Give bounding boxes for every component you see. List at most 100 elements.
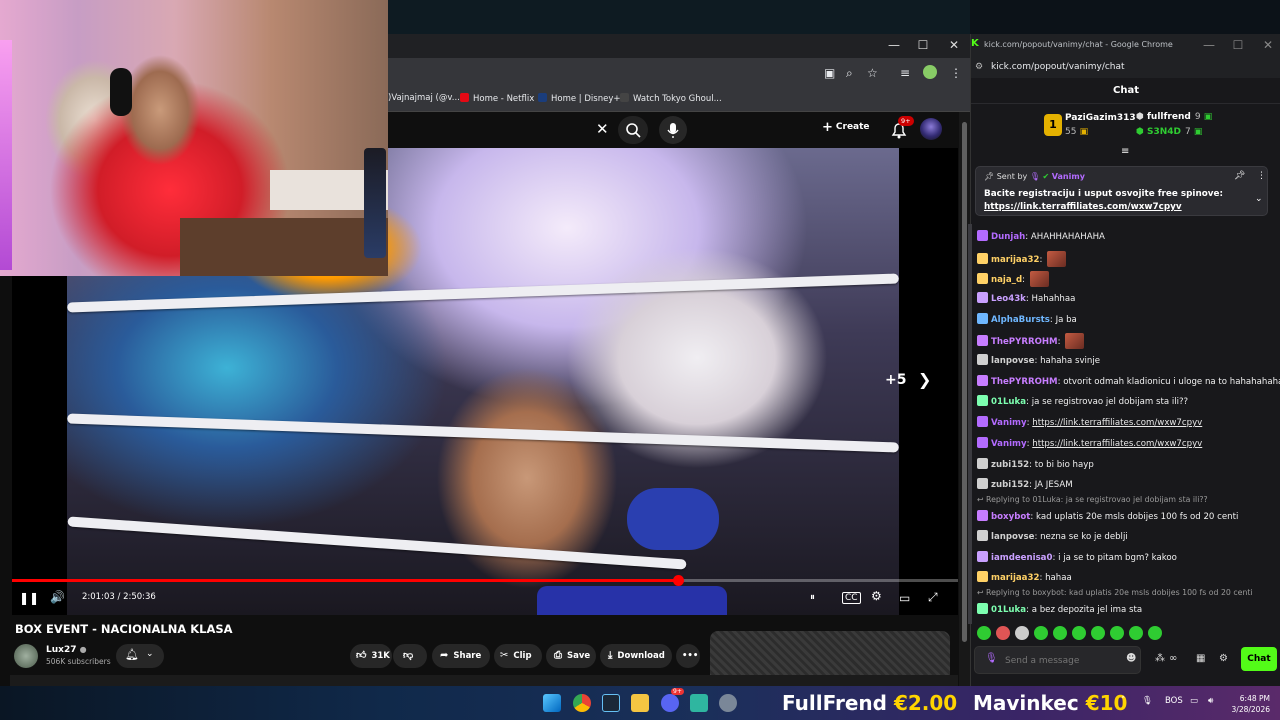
search-button[interactable] [618, 116, 648, 144]
emote-icon[interactable] [996, 626, 1010, 640]
infinity-icon[interactable]: ∞ [1169, 653, 1177, 664]
dislike-button[interactable]: 👎︎ [393, 644, 427, 668]
pause-icon[interactable]: ❚❚ [19, 591, 39, 605]
miniplayer-icon[interactable]: ▭ [899, 591, 910, 605]
maximize-icon[interactable]: ☐ [913, 38, 933, 52]
notifications-button[interactable]: 9+ [888, 116, 914, 142]
emote-icon[interactable] [1129, 626, 1143, 640]
share-button[interactable]: ➦ Share [432, 644, 490, 668]
close-icon[interactable]: ✕ [944, 38, 964, 52]
collapse-chevron-icon[interactable]: ≡ [1121, 146, 1129, 157]
emoji-picker-icon[interactable]: ☻ [1126, 653, 1136, 664]
discord-icon[interactable]: 9+ [661, 688, 684, 712]
chat-username[interactable]: Vanimy [991, 418, 1027, 428]
maximize-icon[interactable]: ☐ [1228, 38, 1248, 52]
subscription-bell-button[interactable]: 🔔︎ ⌄ [116, 644, 164, 668]
chat-username[interactable]: lanpovse [991, 356, 1034, 366]
chat-username[interactable]: marijaa32 [991, 573, 1039, 583]
chat-username[interactable]: Leo43k [991, 294, 1026, 304]
tray-mic-icon[interactable]: 🎙︎ [1142, 696, 1153, 706]
emote-icon[interactable] [1072, 626, 1086, 640]
media-queue-icon[interactable]: ≡ [900, 66, 910, 80]
save-button[interactable]: ⎙ Save [546, 644, 596, 668]
minimize-icon[interactable]: — [1199, 38, 1219, 52]
chrome-icon[interactable] [573, 694, 591, 712]
next-arrow-icon[interactable]: ❯ [918, 370, 931, 389]
settings-gear-icon[interactable]: ⚙ [871, 589, 882, 603]
profile-avatar-icon[interactable] [923, 65, 937, 79]
top-gifter-name[interactable]: ⬢ S3N4D 7 ▣ [1136, 127, 1202, 137]
chat-username[interactable]: marijaa32 [991, 255, 1039, 265]
scrollbar-thumb[interactable] [962, 122, 967, 642]
emote-icon[interactable] [1053, 626, 1067, 640]
pinned-link[interactable]: https://link.terraffiliates.com/wxw7cpyv [984, 202, 1182, 212]
emote-icon[interactable] [1034, 626, 1048, 640]
chat-input-box[interactable]: 🎙︎ ☻ [974, 646, 1141, 674]
chat-username[interactable]: boxybot [991, 512, 1030, 522]
kick-address-bar[interactable]: ⚙ kick.com/popout/vanimy/chat [971, 58, 1280, 78]
top-gifter-name[interactable]: PaziGazim313 [1065, 113, 1136, 123]
microphone-icon[interactable]: 🎙︎ [985, 653, 998, 664]
windows-start-icon[interactable] [543, 694, 561, 712]
system-clock[interactable]: 6:48 PM 3/28/2026 [1228, 693, 1270, 715]
account-avatar[interactable] [920, 118, 942, 140]
chat-username[interactable]: iamdeenisa0 [991, 553, 1052, 563]
close-icon[interactable]: ✕ [1258, 38, 1278, 52]
chat-username[interactable]: ThePYRROHM [991, 377, 1058, 387]
chat-username[interactable]: Vanimy [991, 439, 1027, 449]
chat-scrollbar[interactable] [968, 224, 972, 624]
pin-toggle-icon[interactable]: 📌︎ [1234, 171, 1245, 181]
bookmark-item[interactable]: )Vajnajmaj (@v... [388, 93, 460, 103]
more-actions-button[interactable]: ••• [676, 644, 700, 668]
chat-username[interactable]: Dunjah [991, 232, 1025, 242]
emote-icon[interactable] [977, 626, 991, 640]
like-button[interactable]: 👍︎ 31K [350, 644, 392, 668]
bookmark-item[interactable]: Home - Netflix [460, 93, 534, 104]
settings-gear-icon[interactable] [719, 694, 737, 712]
chat-username[interactable]: AlphaBursts [991, 315, 1050, 325]
bookmark-item[interactable]: Watch Tokyo Ghoul... [620, 93, 722, 104]
chat-username[interactable]: ThePYRROHM [991, 337, 1058, 347]
chat-message-text[interactable]: https://link.terraffiliates.com/wxw7cpyv [1032, 418, 1202, 428]
send-chat-button[interactable]: Chat [1241, 647, 1277, 671]
chat-settings-gear-icon[interactable]: ⚙ [1219, 653, 1228, 664]
kick-url[interactable]: kick.com/popout/vanimy/chat [991, 62, 1125, 72]
volume-icon[interactable]: 🔊 [50, 590, 65, 604]
channel-avatar[interactable] [14, 644, 38, 668]
tray-chevron-up-icon[interactable]: ˄ [1121, 696, 1125, 706]
clear-search-icon[interactable]: ✕ [596, 120, 609, 138]
cast-icon[interactable]: ▣ [824, 66, 835, 80]
channel-name[interactable]: Lux27 ● [46, 645, 87, 655]
zoom-icon[interactable]: ⌕ [846, 66, 853, 81]
emote-icon[interactable] [1015, 626, 1029, 640]
network-icon[interactable]: ▭ [1190, 696, 1198, 706]
autoplay-toggle-icon[interactable]: ⏸ [810, 592, 815, 603]
captions-icon[interactable]: CC [842, 592, 861, 604]
minimize-icon[interactable]: — [884, 38, 904, 52]
chat-username[interactable]: naja_d [991, 275, 1022, 285]
language-indicator[interactable]: BOS [1165, 696, 1183, 706]
menu-kebab-icon[interactable]: ⋮ [950, 66, 962, 80]
more-vertical-icon[interactable]: ⋮ [1257, 171, 1266, 181]
app-icon[interactable] [690, 694, 708, 712]
emote-icon[interactable] [1148, 626, 1162, 640]
chevron-down-icon[interactable]: ⌄ [1255, 194, 1263, 204]
seek-handle[interactable] [672, 575, 684, 586]
chat-username[interactable]: 01Luka [991, 605, 1026, 615]
more-videos-count[interactable]: +5 [885, 372, 906, 388]
fullscreen-icon[interactable]: ⤢ [928, 590, 938, 605]
chat-message-input[interactable] [1005, 653, 1120, 669]
steam-icon[interactable] [602, 694, 620, 712]
top-gifter-name[interactable]: ⬢ fullfrend 9 ▣ [1136, 112, 1212, 122]
file-explorer-icon[interactable] [631, 694, 649, 712]
voice-search-button[interactable] [659, 116, 687, 144]
chat-username[interactable]: zubi152 [991, 460, 1029, 470]
bookmark-star-icon[interactable]: ☆ [867, 66, 878, 80]
chat-username[interactable]: lanpovse [991, 532, 1034, 542]
chat-username[interactable]: zubi152 [991, 480, 1029, 490]
volume-icon[interactable]: 🔊︎ [1208, 696, 1213, 706]
emote-icon[interactable] [1110, 626, 1124, 640]
download-button[interactable]: ⤓ Download [600, 644, 672, 668]
create-button[interactable]: + Create [822, 120, 870, 135]
gift-box-icon[interactable]: ▦ [1196, 653, 1205, 664]
